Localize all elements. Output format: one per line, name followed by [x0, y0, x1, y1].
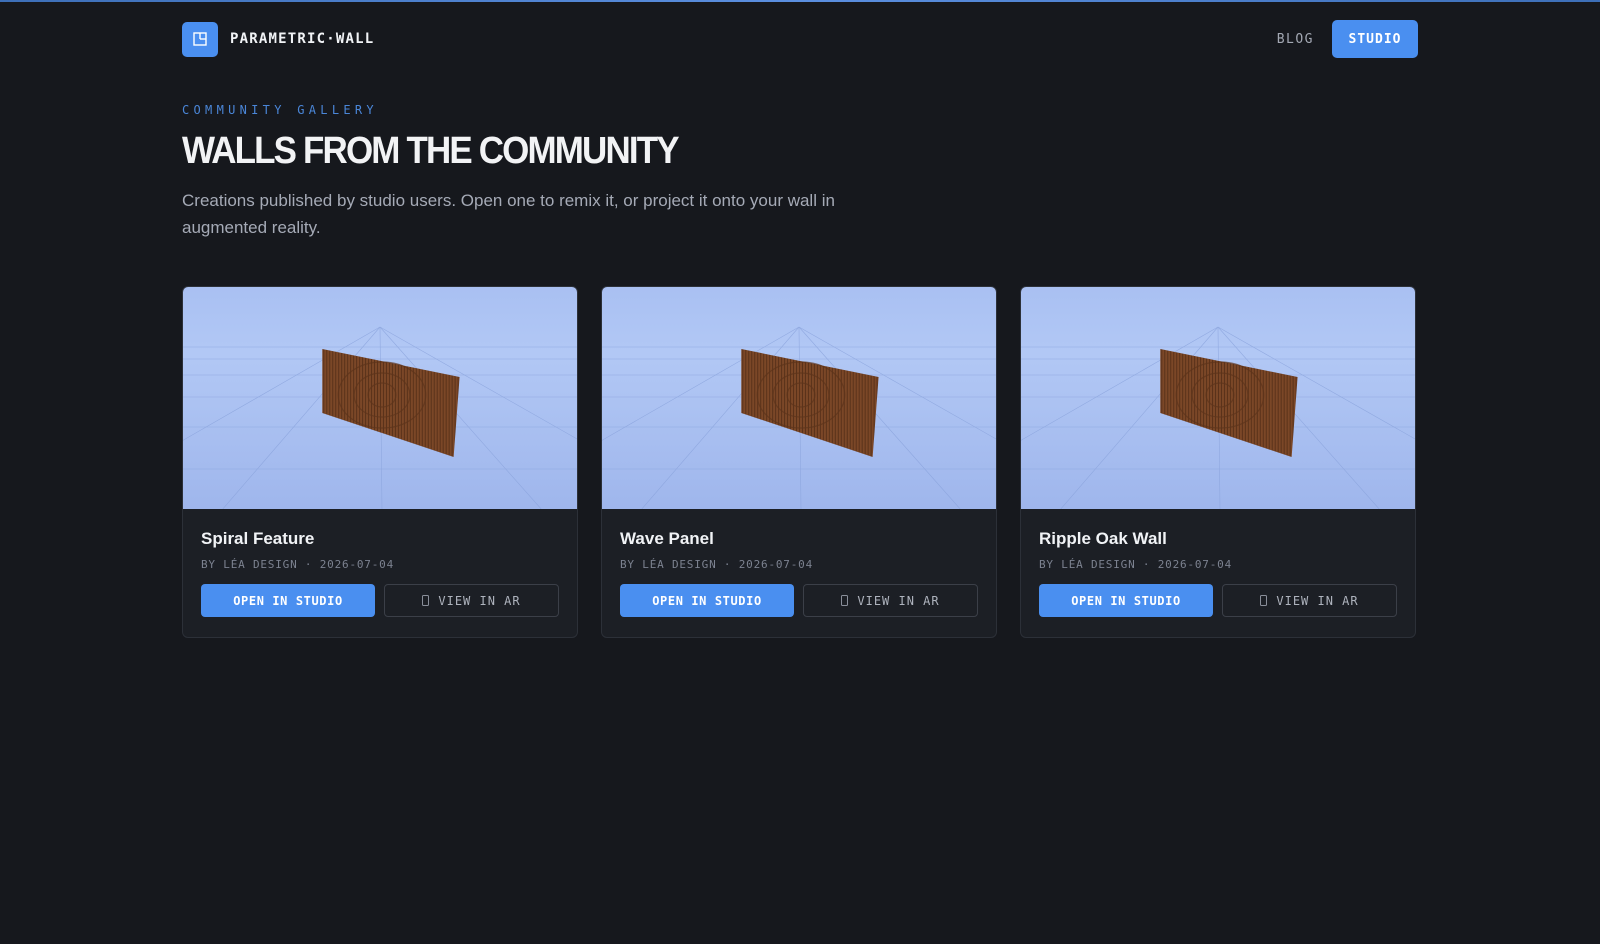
- nav-studio-button[interactable]: STUDIO: [1332, 20, 1418, 58]
- open-in-studio-button[interactable]: OPEN IN STUDIO: [620, 584, 794, 617]
- layout-icon: [182, 21, 218, 57]
- nav-blog-link[interactable]: BLOG: [1277, 32, 1314, 47]
- view-in-ar-label: VIEW IN AR: [857, 593, 940, 608]
- card-meta: BY LÉA DESIGN · 2026-07-04: [1039, 558, 1232, 571]
- brand-name: PARAMETRIC·WALL: [230, 31, 375, 47]
- gallery-card: Wave Panel BY LÉA DESIGN · 2026-07-04 OP…: [601, 286, 997, 638]
- wall-preview-image[interactable]: [1021, 287, 1415, 509]
- wall-preview-image[interactable]: [602, 287, 996, 509]
- open-in-studio-button[interactable]: OPEN IN STUDIO: [1039, 584, 1213, 617]
- view-in-ar-label: VIEW IN AR: [438, 593, 521, 608]
- card-title: Wave Panel: [620, 529, 714, 548]
- card-meta: BY LÉA DESIGN · 2026-07-04: [201, 558, 394, 571]
- phone-icon: [422, 595, 430, 606]
- card-title: Spiral Feature: [201, 529, 315, 548]
- page-container: PARAMETRIC·WALL BLOG STUDIO COMMUNITY GA…: [182, 0, 1418, 638]
- gallery-card: Spiral Feature BY LÉA DESIGN · 2026-07-0…: [182, 286, 578, 638]
- wall-preview-image[interactable]: [183, 287, 577, 509]
- gallery-card: Ripple Oak Wall BY LÉA DESIGN · 2026-07-…: [1020, 286, 1416, 638]
- phone-icon: [841, 595, 849, 606]
- view-in-ar-button[interactable]: VIEW IN AR: [384, 584, 559, 617]
- site-header: PARAMETRIC·WALL BLOG STUDIO: [182, 0, 1418, 78]
- page-description: Creations published by studio users. Ope…: [182, 191, 835, 237]
- view-in-ar-button[interactable]: VIEW IN AR: [803, 584, 978, 617]
- brand[interactable]: PARAMETRIC·WALL: [182, 21, 375, 57]
- card-title: Ripple Oak Wall: [1039, 529, 1167, 548]
- open-in-studio-button[interactable]: OPEN IN STUDIO: [201, 584, 375, 617]
- view-in-ar-button[interactable]: VIEW IN AR: [1222, 584, 1397, 617]
- page-title: WALLS FROM THE COMMUNITY: [182, 130, 680, 172]
- main-nav: BLOG STUDIO: [1277, 20, 1418, 58]
- section-eyebrow: COMMUNITY GALLERY: [182, 103, 378, 117]
- gallery-grid: Spiral Feature BY LÉA DESIGN · 2026-07-0…: [182, 286, 1416, 638]
- phone-icon: [1260, 595, 1268, 606]
- card-meta: BY LÉA DESIGN · 2026-07-04: [620, 558, 813, 571]
- view-in-ar-label: VIEW IN AR: [1276, 593, 1359, 608]
